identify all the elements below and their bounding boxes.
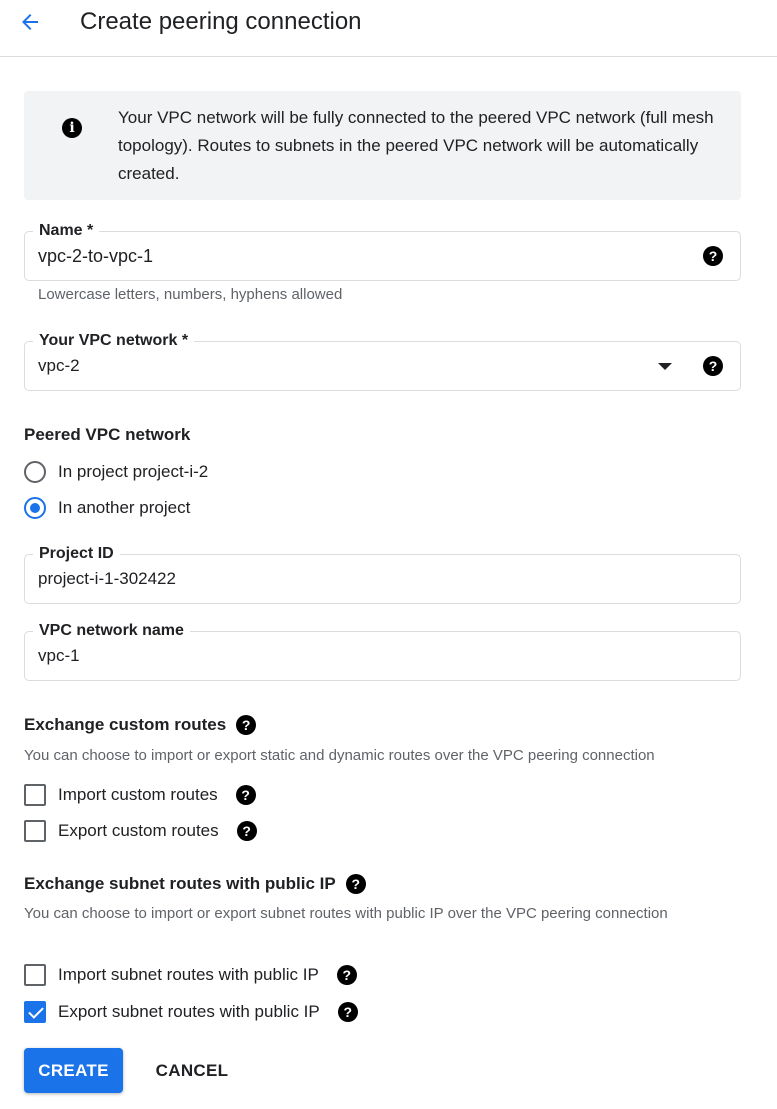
vpc-network-select[interactable]: Your VPC network * vpc-2 ? — [24, 330, 741, 391]
radio-label: In another project — [58, 498, 191, 517]
banner-text: Your VPC network will be fully connected… — [118, 108, 714, 183]
name-help-icon[interactable]: ? — [703, 246, 723, 266]
checkbox-label: Export subnet routes with public IP — [58, 1002, 320, 1021]
cancel-button[interactable]: CANCEL — [142, 1048, 242, 1093]
project-id-value: project-i-1-302422 — [38, 569, 176, 588]
export-subnet-routes-help-icon[interactable]: ? — [337, 1002, 358, 1022]
subnet-routes-title-text: Exchange subnet routes with public IP — [24, 874, 336, 893]
name-field-value: vpc-2-to-vpc-1 — [38, 246, 154, 266]
import-custom-routes-help-icon[interactable]: ? — [235, 785, 256, 805]
vpc-network-value: vpc-2 — [38, 356, 80, 375]
name-field-hint: Lowercase letters, numbers, hyphens allo… — [38, 286, 343, 303]
radio-another-project[interactable]: In another project — [24, 496, 190, 520]
vpc-network-name-value: vpc-1 — [38, 646, 80, 665]
subnet-routes-description: You can choose to import or export subne… — [24, 905, 668, 922]
custom-routes-help-icon[interactable]: ? — [236, 715, 257, 735]
info-banner: i Your VPC network will be fully connect… — [24, 91, 741, 200]
import-custom-routes-checkbox-row[interactable]: Import custom routes ? — [24, 783, 256, 807]
import-subnet-routes-checkbox-row[interactable]: Import subnet routes with public IP ? — [24, 963, 357, 987]
peered-vpc-title-text: Peered VPC network — [24, 425, 191, 444]
radio-button[interactable] — [24, 461, 46, 483]
export-custom-routes-checkbox-row[interactable]: Export custom routes ? — [24, 819, 257, 843]
checkbox[interactable] — [24, 820, 46, 842]
checkbox-label: Import custom routes — [58, 785, 218, 804]
name-field[interactable]: Name * vpc-2-to-vpc-1 ? — [24, 220, 741, 281]
checkbox[interactable] — [24, 964, 46, 986]
import-subnet-routes-help-icon[interactable]: ? — [336, 965, 357, 985]
custom-routes-title: Exchange custom routes ? — [24, 714, 257, 736]
radio-same-project[interactable]: In project project-i-2 — [24, 460, 208, 484]
radio-button-selected[interactable] — [24, 497, 46, 519]
arrow-back-icon — [22, 14, 38, 30]
checkbox-label: Import subnet routes with public IP — [58, 965, 319, 984]
custom-routes-description: You can choose to import or export stati… — [24, 747, 655, 764]
vpc-network-help-icon[interactable]: ? — [703, 356, 723, 376]
export-subnet-routes-checkbox-row[interactable]: Export subnet routes with public IP ? — [24, 1000, 358, 1024]
vpc-network-name-field[interactable]: VPC network name vpc-1 — [24, 620, 741, 681]
checkbox-label: Export custom routes — [58, 821, 219, 840]
export-custom-routes-help-icon[interactable]: ? — [236, 821, 257, 841]
dropdown-arrow-icon[interactable] — [658, 363, 672, 370]
subnet-routes-title: Exchange subnet routes with public IP ? — [24, 873, 366, 895]
page-title: Create peering connection — [80, 8, 362, 35]
page-header: Create peering connection — [0, 0, 777, 57]
checkbox-checked[interactable] — [24, 1001, 46, 1023]
back-button[interactable] — [14, 8, 46, 36]
radio-label: In project project-i-2 — [58, 462, 209, 481]
checkbox[interactable] — [24, 784, 46, 806]
peered-vpc-title: Peered VPC network — [24, 424, 190, 446]
custom-routes-title-text: Exchange custom routes — [24, 715, 227, 734]
subnet-routes-help-icon[interactable]: ? — [345, 874, 366, 894]
info-icon: i — [62, 118, 82, 138]
project-id-field[interactable]: Project ID project-i-1-302422 — [24, 543, 741, 604]
create-button[interactable]: CREATE — [24, 1048, 123, 1093]
